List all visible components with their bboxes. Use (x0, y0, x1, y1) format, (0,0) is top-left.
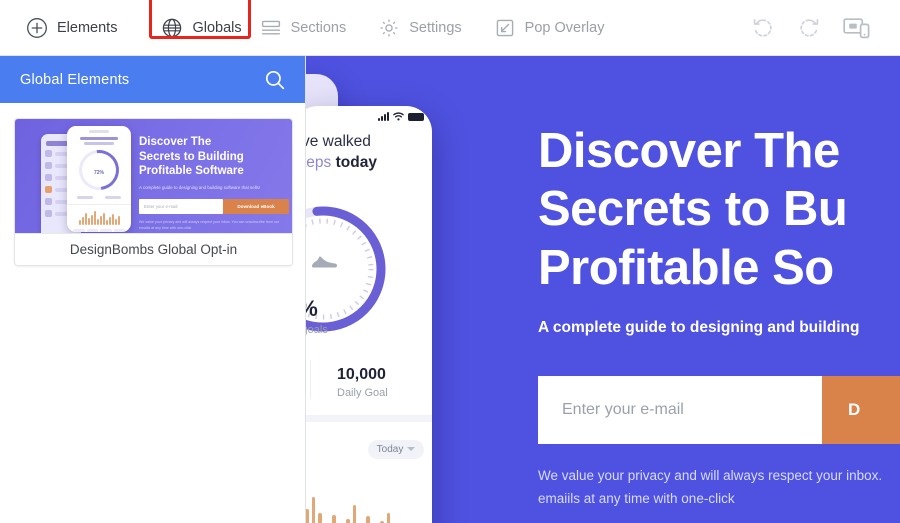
thumb-copy: Discover The Secrets to Building Profita… (139, 135, 289, 231)
card-caption: DesignBombs Global Opt-in (15, 233, 292, 265)
globals-highlight-wrapper: Globals (149, 0, 252, 45)
goal-number: 10,000 (337, 365, 386, 383)
thumb-phone-front: 72% (67, 126, 131, 232)
toolbar-item-elements[interactable]: Elements (26, 11, 131, 45)
toolbar-item-label: Sections (290, 19, 347, 36)
card-thumbnail: 72% Discover The Secrets to Building Pro… (15, 119, 292, 233)
app-root: Elements Globals Sections Settings Pop O… (0, 0, 900, 523)
chevron-down-icon (407, 447, 416, 452)
toolbar-actions (750, 15, 900, 41)
toolbar-item-label: Globals (192, 19, 242, 36)
toolbar-item-label: Settings (409, 19, 462, 36)
phone-screen: ve walked teps today (306, 106, 432, 523)
optin-form: D (538, 375, 900, 444)
signal-icon (378, 112, 389, 121)
canvas-heading-line-3: Profitable So (538, 240, 834, 295)
toolbar-nav: Elements Globals Sections Settings Pop O… (0, 0, 636, 45)
canvas-copy-block: Discover The Secrets to Bu Profitable So… (538, 122, 900, 510)
plus-circle-icon (26, 17, 48, 39)
phone-headline-steps: teps (306, 153, 332, 171)
toolbar-item-settings[interactable]: Settings (378, 11, 475, 45)
toolbar-item-pop-overlay[interactable]: Pop Overlay (494, 11, 619, 45)
range-dropdown[interactable]: Today (368, 439, 424, 459)
thumb-email-field: Enter your e-mail (139, 198, 223, 214)
toolbar-item-sections[interactable]: Sections (260, 11, 361, 45)
phone-status-bar (378, 112, 424, 121)
phone-headline-today: today (331, 153, 377, 171)
thumb-subheading: A complete guide to designing and buildi… (139, 185, 261, 191)
globe-icon (161, 17, 183, 39)
canvas-subheading: A complete guide to designing and buildi… (538, 318, 860, 336)
undo-icon[interactable] (750, 15, 776, 41)
redo-icon[interactable] (796, 15, 822, 41)
gauge-caption: aily goals (306, 323, 328, 336)
toolbar-item-globals[interactable]: Globals (149, 11, 242, 45)
privacy-line-2: emaiils at any time with one-click (538, 491, 735, 507)
gear-icon (378, 17, 400, 39)
pop-overlay-icon (494, 17, 516, 39)
privacy-text: We value your privacy and will always re… (538, 464, 900, 510)
sidebar-header: Global Elements (0, 56, 305, 103)
toolbar-item-label: Elements (57, 19, 118, 36)
submit-button[interactable]: D (822, 375, 900, 444)
phone-headline-line-2: teps today (306, 153, 432, 174)
responsive-preview-icon[interactable] (842, 15, 872, 41)
shoe-icon (310, 254, 338, 270)
editor-canvas[interactable]: ve walked teps today (306, 56, 900, 523)
gauge-percent: 2% (306, 296, 318, 322)
phone-gauge: 2% aily goals (306, 188, 432, 360)
sections-icon (260, 17, 282, 39)
email-input[interactable] (538, 375, 822, 444)
sidebar-title: Global Elements (20, 71, 130, 88)
phone-activity-chart (306, 459, 432, 523)
thumb-privacy-text: We value your privacy and will always re… (139, 219, 280, 230)
thumb-submit-button: Download eBook (223, 198, 289, 214)
privacy-line-1: We value your privacy and will always re… (538, 467, 883, 483)
search-icon[interactable] (263, 68, 287, 92)
globals-sidebar: Global Elements 72% Discover The Secrets… (0, 56, 306, 523)
thumb-heading-3: Profitable Software (139, 165, 244, 178)
phone-headline-line-1: ve walked (306, 133, 371, 150)
goal-label: Daily Goal (337, 386, 388, 399)
range-dropdown-label: Today (376, 443, 404, 455)
canvas-heading-line-2: Secrets to Bu (538, 182, 848, 237)
canvas-heading-line-1: Discover The (538, 124, 840, 178)
top-toolbar: Elements Globals Sections Settings Pop O… (0, 0, 900, 56)
phone-daily-goal: 10,000 Daily Goal (310, 359, 432, 399)
global-element-card[interactable]: 72% Discover The Secrets to Building Pro… (14, 118, 293, 266)
phone-divider (306, 414, 432, 422)
battery-icon (408, 112, 424, 121)
toolbar-item-label: Pop Overlay (524, 19, 605, 36)
wifi-icon (393, 112, 404, 121)
sidebar-body: 72% Discover The Secrets to Building Pro… (0, 103, 305, 281)
thumb-heading-1: Discover The (139, 136, 212, 148)
canvas-phone-front: ve walked teps today (306, 106, 432, 523)
thumb-heading-2: Secrets to Building (139, 150, 244, 163)
